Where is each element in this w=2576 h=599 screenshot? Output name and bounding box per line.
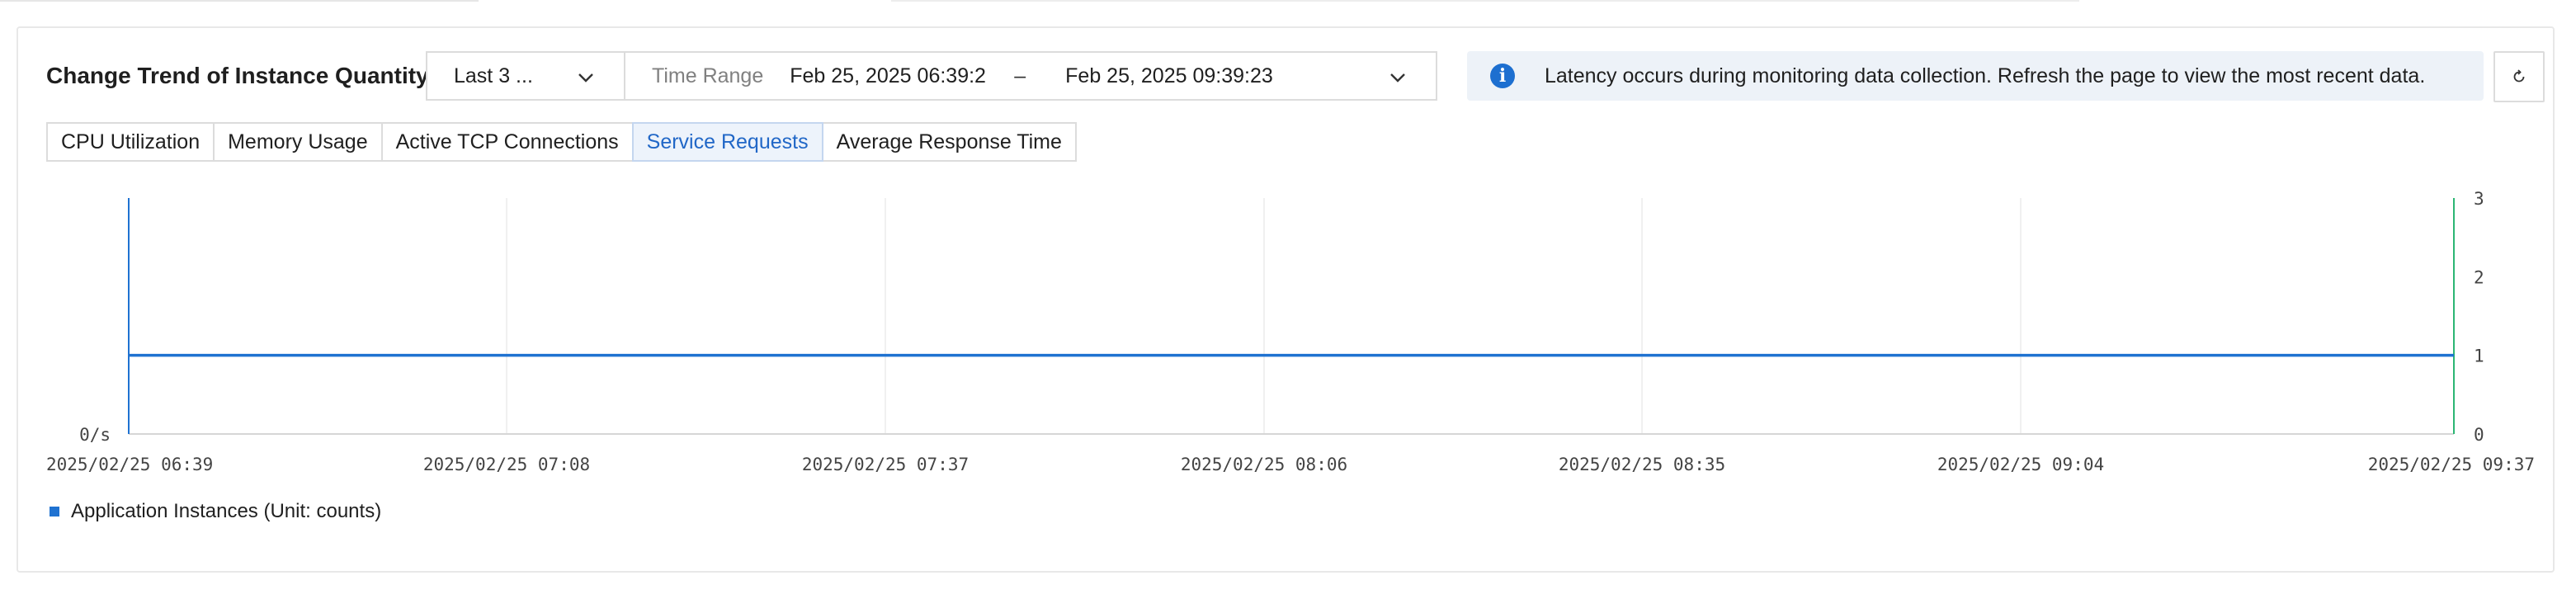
x-axis-tick-label: 2025/02/25 07:08	[423, 455, 590, 474]
x-axis-tick-label: 2025/02/25 09:37	[2368, 455, 2535, 474]
x-axis-tick-label: 2025/02/25 06:39	[46, 455, 213, 474]
x-axis-tick-label: 2025/02/25 08:06	[1181, 455, 1347, 474]
x-axis-tick-label: 2025/02/25 07:37	[802, 455, 969, 474]
x-axis-tick-label: 2025/02/25 09:04	[1937, 455, 2104, 474]
instance-trend-card: Change Trend of Instance Quantity Last 3…	[17, 26, 2555, 573]
right-axis-tick-label: 1	[2474, 347, 2484, 366]
x-axis-tick-label: 2025/02/25 08:35	[1559, 455, 1725, 474]
right-axis-tick-label: 0	[2474, 425, 2484, 445]
left-axis-tick-label: 0/s	[79, 425, 111, 445]
legend-item-application-instances: Application Instances (Unit: counts)	[71, 500, 382, 522]
instance-trend-chart: 0/s 0 1 2 3 2025/02/25 06:39 2025/02/25 07:08 2…	[46, 189, 2535, 474]
chart-legend[interactable]: Application Instances (Unit: counts)	[50, 500, 381, 523]
top-divider	[0, 0, 2576, 3]
right-axis-tick-label: 3	[2474, 189, 2484, 209]
right-axis-tick-label: 2	[2474, 267, 2484, 287]
tab-service-requests[interactable]: Service Requests	[631, 122, 823, 162]
legend-swatch	[50, 507, 59, 516]
